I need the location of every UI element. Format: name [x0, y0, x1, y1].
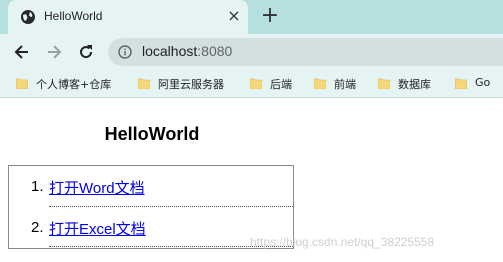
folder-icon: [250, 78, 262, 89]
folder-icon: [138, 78, 150, 89]
list-number: 1.: [31, 178, 44, 195]
open-excel-link[interactable]: 打开Excel文档: [49, 218, 146, 239]
bookmark-label: 后端: [270, 78, 292, 91]
bookmark-label: 前端: [334, 78, 356, 91]
url-text: localhost:8080: [142, 43, 232, 59]
address-bar[interactable]: localhost:8080: [108, 38, 503, 66]
reload-icon[interactable]: [76, 42, 96, 62]
tab-helloworld[interactable]: HelloWorld ×: [8, 0, 248, 34]
bookmark-label: Go: [475, 76, 491, 89]
browser-toolbar: localhost:8080: [0, 34, 503, 70]
new-tab-button[interactable]: +: [260, 5, 280, 27]
folder-icon: [16, 78, 28, 89]
info-icon[interactable]: [118, 45, 132, 59]
bookmark-label: 数据库: [398, 78, 431, 91]
page-title: HelloWorld: [104, 124, 200, 144]
globe-icon: [21, 10, 35, 24]
bookmarks-bar: 个人博客+仓库 阿里云服务器 后端 前端 数据库 Go: [0, 70, 503, 98]
bookmark-label: 个人博客+仓库: [36, 78, 112, 91]
tab-title: HelloWorld: [44, 9, 103, 23]
url-host: localhost: [142, 43, 198, 59]
folder-icon: [378, 78, 390, 89]
folder-icon: [314, 78, 326, 89]
back-arrow-icon[interactable]: [12, 42, 32, 62]
url-port: :8080: [197, 43, 233, 59]
list-item: 1. 打开Word文档: [9, 166, 293, 207]
open-word-link[interactable]: 打开Word文档: [49, 177, 145, 198]
close-icon[interactable]: ×: [226, 8, 242, 24]
bookmark-label: 阿里云服务器: [158, 78, 224, 91]
list-number: 2.: [31, 219, 44, 236]
tab-strip: HelloWorld × +: [0, 0, 503, 34]
folder-icon: [455, 78, 467, 89]
forward-arrow-icon[interactable]: [44, 42, 64, 62]
watermark: https://blog.csdn.net/qq_38225558: [250, 235, 435, 249]
